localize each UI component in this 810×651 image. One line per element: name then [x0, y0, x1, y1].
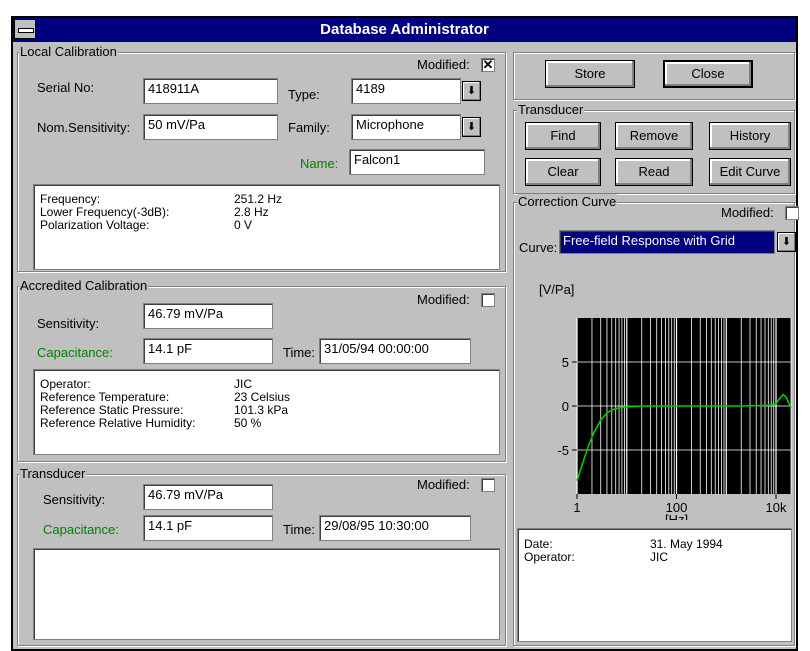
- serial-no-label: Serial No:: [37, 80, 95, 95]
- accredited-modified-checkbox[interactable]: [481, 293, 495, 307]
- transducer-right-legend: Transducer: [517, 102, 585, 117]
- reference-humidity-value: 50 %: [234, 416, 262, 430]
- history-button[interactable]: History: [709, 122, 791, 150]
- family-label: Family:: [288, 120, 330, 135]
- chart-y-tick-label: 0: [562, 399, 569, 414]
- curve-dropdown-arrow-icon[interactable]: ⬇: [777, 232, 796, 252]
- transducer-info-box: [33, 548, 500, 640]
- database-administrator-window: Database Administrator Local Calibration…: [11, 16, 799, 651]
- accredited-capacitance-label: Capacitance:: [37, 345, 113, 360]
- chart-x-axis-label: [Hz]: [665, 512, 688, 520]
- curve-label: Curve:: [519, 240, 558, 255]
- nom-sensitivity-field[interactable]: 50 mV/Pa: [143, 114, 278, 140]
- chart-y-tick-label: 5: [562, 355, 569, 370]
- accredited-sensitivity-label: Sensitivity:: [37, 316, 100, 331]
- correction-curve-chart: [V/Pa]50-51 100 10k[Hz]: [539, 282, 792, 520]
- transducer-capacitance-label: Capacitance:: [43, 522, 119, 537]
- transducer-capacitance-field[interactable]: 14.1 pF: [143, 515, 273, 541]
- transducer-left-legend: Transducer: [19, 466, 87, 481]
- serial-no-field[interactable]: 418911A: [143, 78, 278, 104]
- polarization-voltage-value: 0 V: [234, 218, 253, 232]
- find-button[interactable]: Find: [525, 122, 601, 150]
- local-calibration-info-box: Frequency: 251.2 Hz Lower Frequency(-3dB…: [33, 184, 500, 270]
- accredited-calibration-info-box: Operator: JIC Reference Temperature: 23 …: [33, 369, 500, 455]
- transducer-sensitivity-field[interactable]: 46.79 mV/Pa: [143, 484, 273, 510]
- local-modified-checkbox[interactable]: ✕: [481, 58, 495, 72]
- chart-x-tick-label: 10k: [766, 500, 787, 515]
- name-label: Name:: [300, 156, 339, 171]
- chart-y-axis-label: [V/Pa]: [539, 282, 574, 297]
- chart-x-tick-label: 1: [573, 500, 580, 515]
- transducer-time-label: Time:: [283, 522, 316, 537]
- local-modified-label: Modified:: [417, 57, 470, 72]
- family-dropdown-arrow-icon[interactable]: ⬇: [462, 117, 481, 137]
- name-field[interactable]: Falcon1: [349, 149, 485, 175]
- nom-sensitivity-label: Nom.Sensitivity:: [37, 120, 131, 135]
- accredited-calibration-legend: Accredited Calibration: [19, 278, 149, 293]
- chart-y-tick-label: -5: [557, 443, 569, 458]
- type-dropdown-arrow-icon[interactable]: ⬇: [462, 81, 481, 101]
- transducer-time-field[interactable]: 29/08/95 10:30:00: [319, 515, 471, 541]
- curve-modified-checkbox[interactable]: [785, 206, 799, 220]
- family-combo[interactable]: Microphone: [351, 114, 461, 140]
- polarization-voltage-key: Polarization Voltage:: [40, 218, 150, 232]
- accredited-sensitivity-field[interactable]: 46.79 mV/Pa: [143, 303, 273, 329]
- title-bar: Database Administrator: [13, 18, 796, 42]
- read-button[interactable]: Read: [615, 158, 693, 186]
- correction-curve-legend: Correction Curve: [517, 194, 618, 209]
- curve-info-box: Date: 31. May 1994 Operator: JIC: [517, 528, 792, 642]
- curve-combo[interactable]: Free-field Response with Grid: [559, 230, 775, 254]
- reference-humidity-key: Reference Relative Humidity:: [40, 416, 196, 430]
- accredited-time-label: Time:: [283, 345, 316, 360]
- transducer-modified-checkbox[interactable]: [481, 478, 495, 492]
- window-title: Database Administrator: [320, 21, 489, 38]
- accredited-capacitance-field[interactable]: 14.1 pF: [143, 338, 273, 364]
- accredited-time-field[interactable]: 31/05/94 00:00:00: [319, 338, 471, 364]
- type-label: Type:: [288, 87, 320, 102]
- clear-button[interactable]: Clear: [525, 158, 601, 186]
- curve-modified-label: Modified:: [721, 205, 774, 220]
- transducer-modified-label: Modified:: [417, 477, 470, 492]
- remove-button[interactable]: Remove: [615, 122, 693, 150]
- accredited-modified-label: Modified:: [417, 292, 470, 307]
- store-button[interactable]: Store: [545, 60, 635, 88]
- edit-curve-button[interactable]: Edit Curve: [709, 158, 791, 186]
- close-button[interactable]: Close: [663, 60, 753, 88]
- type-combo[interactable]: 4189: [351, 78, 461, 104]
- curve-operator-key: Operator:: [524, 550, 575, 564]
- transducer-sensitivity-label: Sensitivity:: [43, 492, 106, 507]
- local-calibration-legend: Local Calibration: [19, 44, 118, 59]
- curve-operator-value: JIC: [650, 550, 668, 564]
